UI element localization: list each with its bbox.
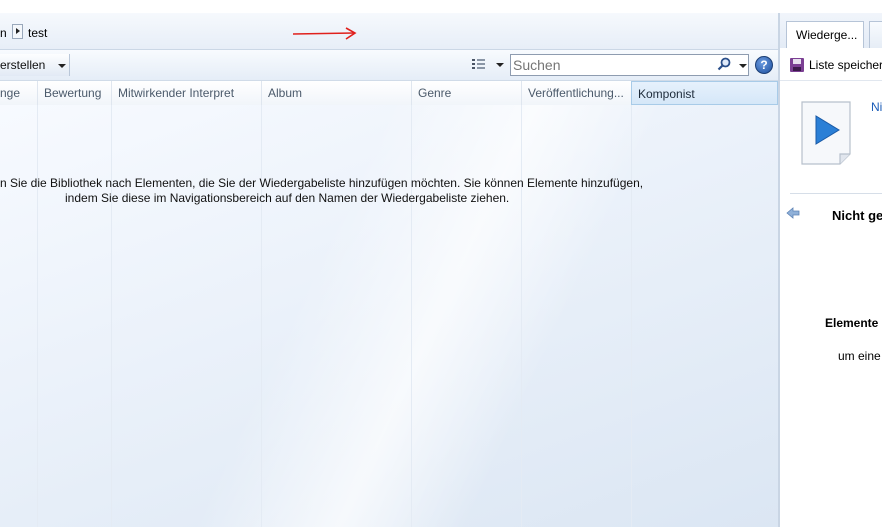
list-elements-text: Elemente — [825, 316, 879, 330]
floppy-disk-icon[interactable] — [790, 58, 804, 72]
column-header-contributing-artist[interactable]: Mitwirkender Interpret — [111, 81, 261, 105]
column-header-row: nge Bewertung Mitwirkender Interpret Alb… — [0, 81, 778, 106]
create-playlist-label: erstellen — [0, 58, 46, 72]
column-divider — [111, 105, 112, 527]
column-divider — [521, 105, 522, 527]
column-header-rating[interactable]: Bewertung — [37, 81, 111, 105]
breadcrumb-previous[interactable]: n — [0, 26, 7, 40]
column-divider — [411, 105, 412, 527]
empty-list-hint-line1: n Sie die Bibliothek nach Elementen, die… — [0, 176, 644, 190]
help-icon[interactable]: ? — [755, 56, 773, 74]
list-drag-hint: um eine — [838, 349, 881, 363]
tab-next[interactable] — [869, 21, 882, 48]
tab-playback[interactable]: Wiederge... — [786, 21, 864, 48]
play-icon — [801, 101, 851, 165]
now-playing-link[interactable]: Ni — [871, 100, 882, 114]
search-box[interactable] — [510, 54, 749, 76]
library-content-area[interactable]: n Sie die Bibliothek nach Elementen, die… — [0, 105, 778, 527]
column-header-composer[interactable]: Komponist — [631, 81, 778, 105]
list-pane-divider — [790, 193, 882, 194]
breadcrumb-chevron-icon[interactable] — [12, 24, 23, 39]
magnifier-icon[interactable] — [716, 56, 732, 72]
column-header-genre[interactable]: Genre — [411, 81, 521, 105]
create-dropdown-arrow-icon[interactable] — [55, 60, 69, 72]
column-divider — [631, 105, 632, 527]
arrow-left-icon[interactable] — [786, 207, 800, 219]
search-input[interactable] — [513, 56, 703, 74]
list-pane — [780, 13, 882, 527]
address-bar: n test — [0, 13, 778, 50]
empty-list-hint-line2: indem Sie diese im Navigationsbereich au… — [65, 191, 510, 205]
create-playlist-button[interactable]: erstellen — [0, 54, 70, 76]
top-strip — [0, 0, 882, 13]
column-divider — [37, 105, 38, 527]
column-header-length[interactable]: nge — [0, 81, 37, 105]
breadcrumb-current[interactable]: test — [28, 26, 47, 40]
column-header-album[interactable]: Album — [261, 81, 411, 105]
save-list-button[interactable]: Liste speichern — [809, 58, 882, 72]
list-status-title: Nicht ge — [832, 208, 882, 223]
view-options-icon[interactable] — [471, 57, 487, 71]
red-arrow-annotation-icon — [292, 27, 357, 40]
column-header-release[interactable]: Veröffentlichung... — [521, 81, 631, 105]
column-divider — [261, 105, 262, 527]
